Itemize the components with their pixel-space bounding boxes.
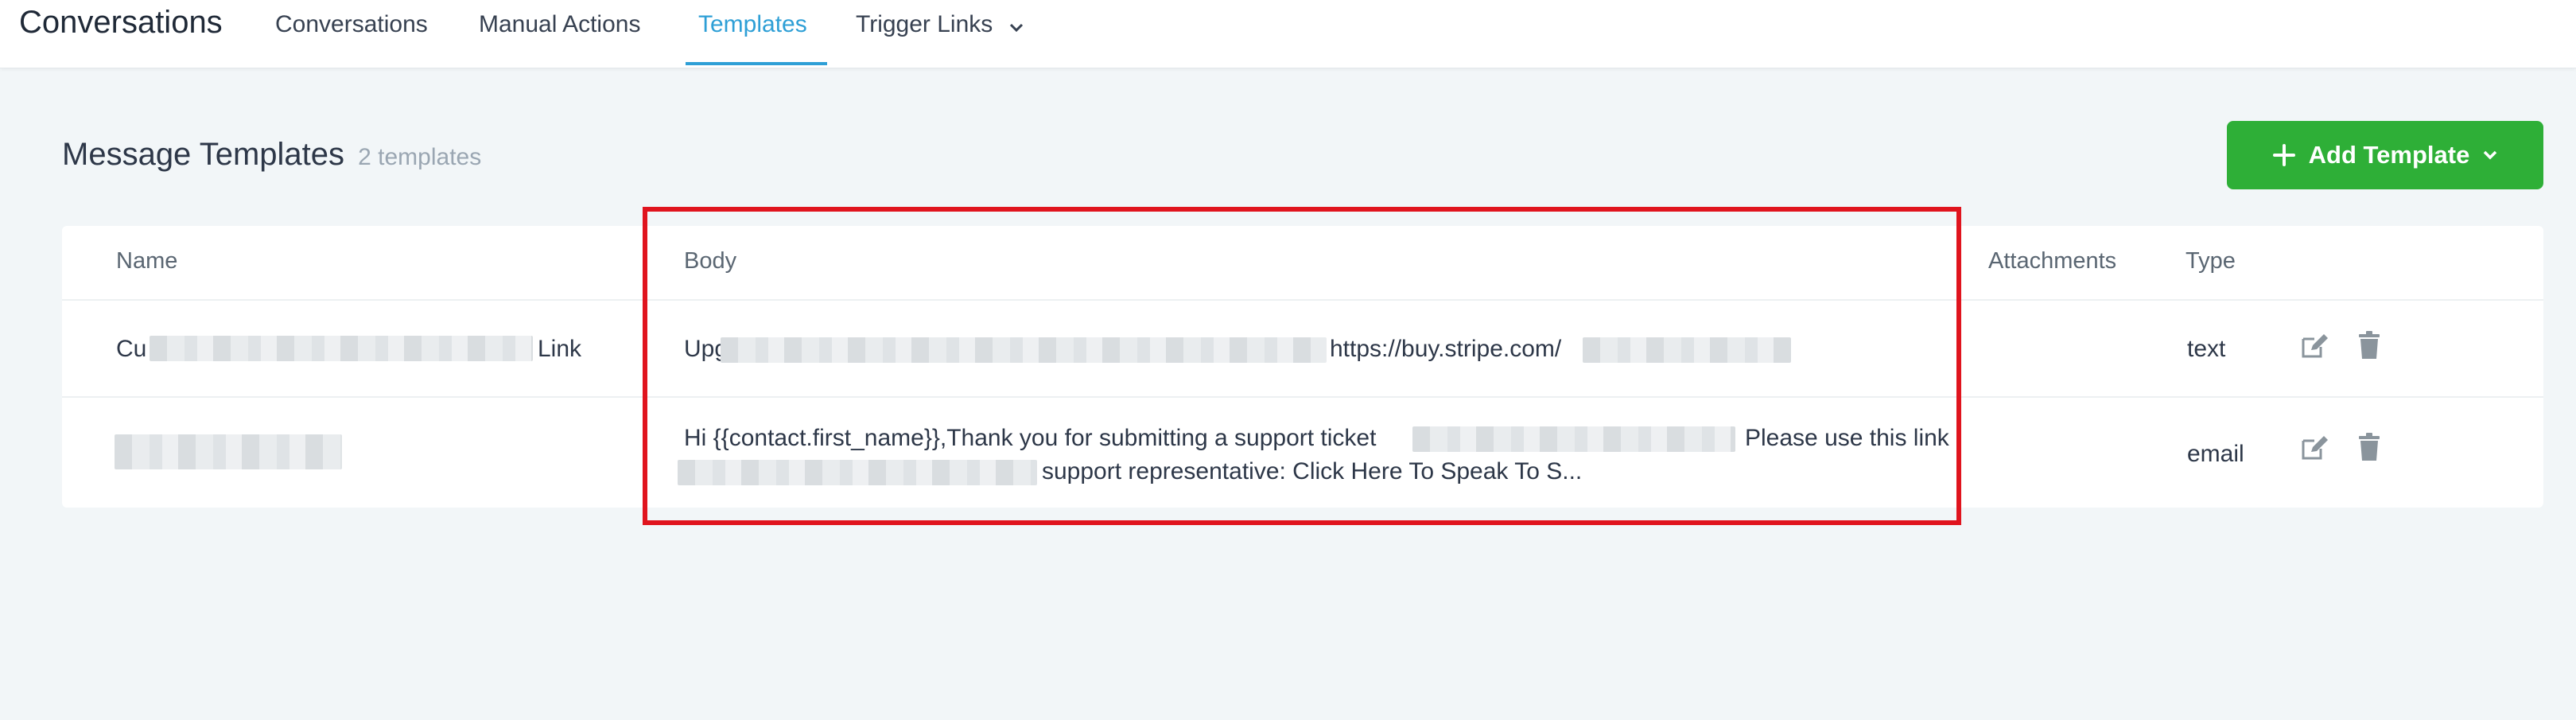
redacted-text [1583,337,1791,363]
page-title: Message Templates 2 templates [62,137,481,173]
row-divider [62,396,2543,398]
tab-manual-actions[interactable]: Manual Actions [479,11,640,38]
trash-icon[interactable] [2357,331,2381,364]
chevron-down-icon [1009,12,1024,39]
tab-trigger-links[interactable]: Trigger Links [856,11,1024,39]
redacted-text [150,336,533,361]
redacted-text [678,460,1037,485]
chevron-down-icon [2482,150,2498,161]
redacted-text [115,434,342,469]
row-body-link: https://buy.stripe.com/ [1330,336,1562,362]
redacted-text [721,337,1327,363]
top-nav: Conversations Conversations Manual Actio… [0,0,2576,68]
row-type: email [2187,441,2244,467]
active-tab-indicator [686,62,827,65]
add-template-button[interactable]: Add Template [2227,121,2543,189]
template-count: 2 templates [358,144,482,170]
tab-trigger-links-label: Trigger Links [856,11,993,37]
tab-conversations[interactable]: Conversations [275,11,428,38]
redacted-text [1412,426,1735,452]
trash-icon[interactable] [2357,433,2381,465]
header-name: Name [116,248,178,274]
header-attachments: Attachments [1988,248,2117,274]
plus-icon [2272,143,2296,167]
row-name-suffix: Link [538,336,582,362]
header-body: Body [684,248,737,274]
row-body-line1: Hi {{contact.first_name}},Thank you for … [684,425,1377,451]
row-name-prefix: Cu [116,336,147,362]
add-template-label: Add Template [2308,141,2470,169]
edit-icon[interactable] [2300,333,2330,364]
row-type: text [2187,336,2226,362]
page-title-text: Message Templates [62,137,344,172]
tab-templates[interactable]: Templates [698,11,807,38]
row-body-line2: support representative: Click Here To Sp… [1042,458,1583,485]
header-type: Type [2186,248,2236,274]
row-divider [62,299,2543,301]
edit-icon[interactable] [2300,434,2330,465]
app-title: Conversations [19,5,223,40]
row-body-line1-end: Please use this link [1745,425,1949,451]
